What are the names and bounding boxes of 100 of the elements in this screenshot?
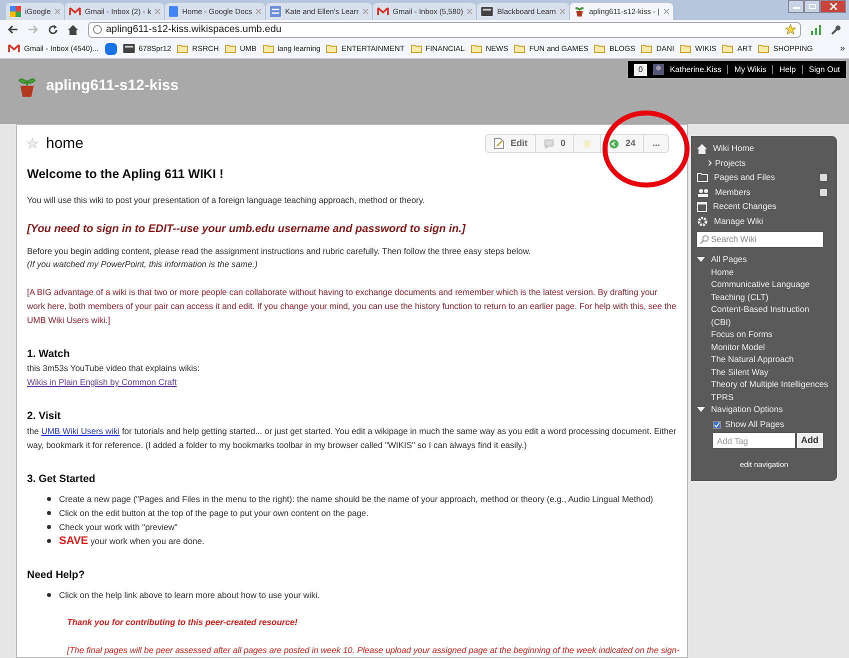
folder-icon	[514, 44, 526, 54]
toolbar-button[interactable]: 24	[601, 135, 644, 152]
maximize-button[interactable]	[804, 0, 820, 13]
list-item: SAVE your work when you are done.	[59, 534, 204, 548]
board-icon	[481, 6, 494, 16]
nav-link[interactable]: Projects	[715, 156, 746, 170]
tag-field[interactable]: Add Tag	[713, 433, 795, 448]
wrench-icon[interactable]	[831, 24, 841, 35]
back-arrow-icon[interactable]	[8, 25, 18, 34]
close-icon[interactable]	[664, 8, 669, 14]
disclosure-triangle-icon[interactable]	[697, 407, 705, 412]
board-icon	[122, 44, 135, 54]
section-heading[interactable]: Navigation Options	[711, 403, 783, 416]
notice-text: [The final pages will be peer assessed after all pages are posted in week 10. Please upload your assigned page at the beginning of the week indicated on the sign-	[67, 645, 680, 656]
folder-icon	[641, 44, 652, 54]
section-heading: Need Help?	[27, 568, 85, 581]
folder-icon	[410, 44, 422, 54]
bullet-icon	[47, 592, 51, 597]
gear-icon	[697, 216, 708, 227]
circle-icon	[582, 138, 592, 149]
bullet-icon	[47, 524, 51, 529]
page-icon	[494, 138, 504, 150]
mail-icon	[376, 6, 389, 16]
star-icon[interactable]	[27, 138, 38, 150]
text-link[interactable]: Wikis in Plain English by Common Craft	[27, 376, 177, 387]
list-item: Click on the help link above to learn more about how to use your wiki.	[59, 588, 320, 602]
add-tag-button[interactable]: Add	[797, 433, 822, 448]
reload-icon[interactable]	[48, 24, 58, 35]
speech-icon	[544, 138, 554, 149]
paragraph: this 3m53s YouTube video that explains wikis:	[27, 363, 200, 374]
home-icon[interactable]	[68, 24, 78, 35]
alert-text: [You need to sign in to EDIT--use your umb.edu username and password to sign in.]	[27, 222, 466, 235]
close-icon[interactable]	[362, 8, 368, 14]
page-link[interactable]: TPRS	[711, 390, 829, 404]
paragraph: You will use this wiki to post your presentation of a foreign language teaching approach, method or theory.	[27, 194, 425, 205]
page-link[interactable]: The Natural Approach	[711, 353, 829, 366]
page-link[interactable]: Communicative Language Teaching (CLT)	[711, 278, 829, 304]
home-icon	[697, 144, 707, 154]
forward-arrow-icon[interactable]	[28, 25, 38, 34]
paragraph: Before you begin adding content, please read the assignment instructions and rubric carefully. Then follow the three easy steps below.	[27, 246, 531, 256]
page-link[interactable]: Home	[711, 266, 829, 278]
close-icon[interactable]	[155, 8, 160, 14]
bullet-icon	[47, 510, 51, 515]
nav-link[interactable]: Manage Wiki	[714, 214, 764, 228]
close-icon[interactable]	[560, 8, 565, 14]
add-button[interactable]	[820, 174, 827, 182]
folder-icon	[177, 44, 188, 54]
folder-icon	[697, 173, 708, 182]
address-field[interactable]: apling611-s12-kiss.wikispaces.umb.edu	[88, 22, 801, 38]
page-link[interactable]: Content-Based Instruction (CBI)	[711, 303, 829, 328]
signal-bars-icon[interactable]	[811, 24, 821, 35]
bullet-icon	[47, 538, 51, 543]
section-heading[interactable]: All Pages	[711, 252, 747, 266]
close-icon[interactable]	[256, 8, 262, 14]
page-link[interactable]: Monitor Model	[711, 340, 829, 354]
folder-icon	[470, 44, 482, 54]
folder-icon	[758, 44, 770, 54]
history-icon	[609, 138, 620, 149]
toolbar-button[interactable]: 0	[536, 135, 574, 152]
folder-icon	[722, 44, 734, 54]
section-heading: 1. Watch	[27, 348, 70, 360]
more-button[interactable]: ...	[644, 135, 668, 152]
close-button[interactable]	[820, 0, 846, 13]
folder-icon	[680, 44, 692, 54]
chevron-icon	[706, 160, 712, 166]
list-item: Check your work with "preview"	[59, 520, 178, 534]
close-icon[interactable]	[467, 8, 472, 14]
account-link[interactable]: My Wikis	[734, 64, 766, 76]
bullet-icon	[47, 496, 51, 501]
paragraph: the UMB Wiki Users wiki for tutorials and help getting started... or just get started. You edit a wikipage in much the same way as you edit a word processing document. Either way, bookmark it for reference. (I added a folder to my bookmarks toolbar in my browser called "WIKIS" so I can always find it easily.)	[27, 426, 676, 450]
search-field[interactable]: Search Wiki	[697, 232, 823, 247]
nav-link[interactable]: Members	[715, 186, 750, 199]
nav-link[interactable]: Pages and Files	[714, 171, 775, 184]
page-link[interactable]: Focus on Forms	[711, 328, 829, 341]
user-name[interactable]: Katherine.Kiss	[670, 64, 722, 76]
close-icon[interactable]	[54, 8, 60, 14]
d-logo-icon[interactable]	[104, 42, 117, 55]
account-link[interactable]: Help	[779, 64, 796, 76]
star-icon[interactable]	[785, 24, 796, 36]
account-link[interactable]: Sign Out	[808, 64, 840, 76]
disclosure-triangle-icon[interactable]	[697, 256, 705, 262]
text-link[interactable]: UMB Wiki Users wiki	[41, 426, 120, 436]
page-link[interactable]: Theory of Multiple Intelligences	[711, 378, 829, 391]
notification-count[interactable]: 0	[634, 64, 647, 76]
add-button[interactable]	[820, 188, 827, 196]
toolbar-button[interactable]: Edit	[486, 135, 536, 152]
mail-icon	[8, 44, 20, 54]
nav-link[interactable]: Wiki Home	[713, 142, 754, 156]
minimize-button[interactable]	[788, 0, 804, 13]
more-bookmarks[interactable]: »	[840, 42, 845, 56]
page-link[interactable]: The Silent Way	[711, 366, 829, 378]
option-label: Show All Pages	[725, 418, 784, 431]
checkbox[interactable]	[713, 420, 721, 429]
folder-icon	[224, 44, 236, 54]
nav-link[interactable]: Recent Changes	[713, 200, 776, 214]
section-heading: 2. Visit	[27, 410, 61, 422]
notice-text: [A BIG advantage of a wiki is that two or more people can collaborate without having to exchange documents and remember which is the latest version. By drafting your work here, both members of your pair can access it and edit. If you change your mind, you can use the history function to return to an earlier page. For help with this, see the UMB Wiki Users wiki.]	[27, 286, 676, 325]
folder-icon	[326, 44, 338, 54]
paragraph: (If you watched my PowerPoint, this information is the same.)	[27, 258, 258, 269]
page-title: home	[46, 134, 84, 154]
